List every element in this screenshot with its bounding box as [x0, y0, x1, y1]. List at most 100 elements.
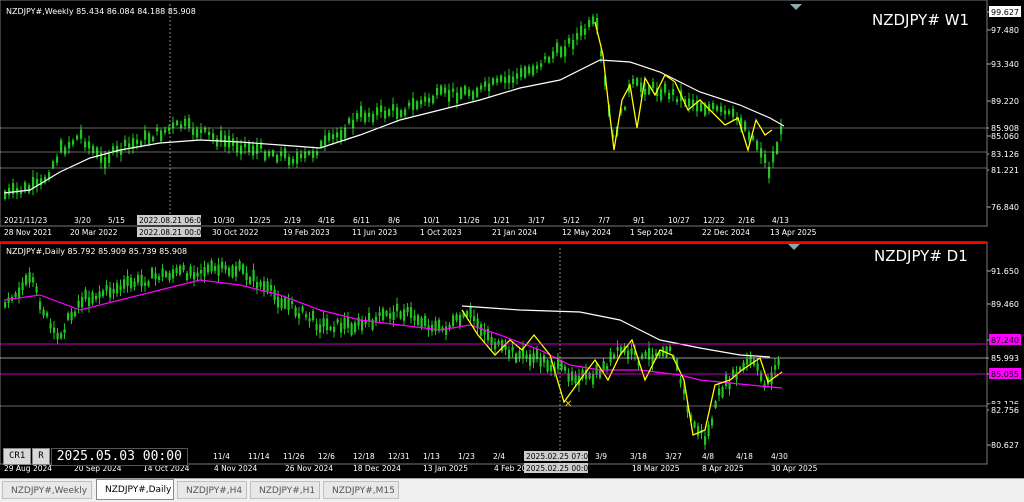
candle-body: [350, 323, 353, 336]
date-label: 12/22: [703, 216, 725, 225]
candle-body: [165, 271, 168, 278]
candle-body: [630, 348, 633, 355]
candle-body: [560, 361, 563, 370]
candle-body: [64, 147, 67, 155]
candle-body: [568, 38, 571, 44]
candle-body: [424, 315, 427, 326]
candle-body: [298, 313, 301, 319]
date-label: 11 Jun 2023: [352, 228, 397, 237]
date-label: 11/26: [283, 452, 305, 461]
candle-body: [196, 272, 199, 277]
chart-tab-bar: NZDJPY#,Weekly NZDJPY#,Daily NZDJPY#,H4 …: [0, 478, 1024, 502]
candle-body: [208, 131, 211, 136]
candle-body: [448, 89, 451, 102]
candle-body: [74, 311, 77, 317]
candle-body: [744, 121, 747, 131]
candle-body: [480, 85, 483, 90]
daily-chart-pane[interactable]: ✕ NZDJPY#,Daily 85.792 85.909 85.739 85.…: [0, 240, 1024, 478]
candle-body: [277, 296, 280, 308]
price-tick-label: 81.221: [991, 166, 1019, 175]
candle-body: [231, 265, 234, 278]
candle-body: [592, 16, 595, 25]
candle-body: [389, 313, 392, 319]
candle-body: [179, 265, 182, 275]
candle-body: [152, 136, 155, 142]
candle-body: [640, 82, 643, 92]
date-label: 12/6: [318, 452, 335, 461]
candle-body: [300, 153, 303, 159]
candle-body: [49, 323, 52, 329]
candle-body: [28, 272, 31, 283]
candle-body: [417, 315, 420, 325]
candle-body: [716, 106, 719, 111]
candle-body: [320, 140, 323, 148]
weekly-bottom-dates: 28 Nov 2021 20 Mar 2022 2022.08.21 00:00 30…: [4, 227, 817, 237]
candle-body: [204, 128, 207, 132]
candle-body: [210, 260, 213, 272]
date-label: 4/30: [771, 452, 788, 461]
candle-body: [602, 361, 605, 370]
candle-body: [147, 281, 150, 286]
candle-body: [404, 109, 407, 116]
date-label: 2025.02.25 00:00: [526, 464, 593, 473]
candle-body: [245, 272, 248, 281]
date-label: 12/31: [388, 452, 410, 461]
candle-body: [214, 266, 217, 271]
candle-body: [501, 340, 504, 352]
candle-body: [544, 56, 547, 60]
candle-body: [216, 138, 219, 147]
date-label: 4/18: [736, 452, 753, 461]
date-label: 11/26: [458, 216, 480, 225]
candle-body: [352, 119, 355, 129]
tab-h1[interactable]: NZDJPY#,H1: [250, 481, 320, 499]
candle-body: [319, 324, 322, 333]
candle-body: [347, 317, 350, 328]
candle-body: [452, 315, 455, 327]
candle-body: [756, 140, 759, 150]
candle-body: [264, 151, 267, 161]
candle-body: [284, 296, 287, 309]
candle-body: [212, 133, 215, 140]
candle-body: [385, 310, 388, 316]
date-label: 2021/11/23: [4, 216, 47, 225]
candle-body: [392, 311, 395, 320]
candle-body: [697, 426, 700, 436]
date-label: 12 May 2024: [562, 228, 611, 237]
candle-body: [172, 122, 175, 129]
date-label: 13 Jan 2025: [423, 464, 468, 473]
daily-header: NZDJPY#,Daily 85.792 85.909 85.739 85.90…: [6, 247, 187, 256]
daily-date-labels: 11/4 11/14 11/26 12/6 12/18 12/31 1/13 1/23 2/4 2…: [213, 451, 788, 461]
candle-body: [380, 105, 383, 112]
date-label: 4 Nov 2024: [214, 464, 257, 473]
mode-cr1[interactable]: CR1: [3, 448, 32, 465]
candle-body: [777, 359, 780, 366]
candle-body: [436, 87, 439, 96]
candle-body: [304, 151, 307, 159]
weekly-chart-svg: NZDJPY#,Weekly 85.434 86.084 84.188 85.9…: [0, 0, 1021, 237]
daily-title: NZDJPY# D1: [874, 247, 968, 265]
candle-body: [679, 379, 682, 384]
tab-daily[interactable]: NZDJPY#,Daily: [96, 479, 174, 500]
candle-body: [156, 128, 159, 132]
candle-body: [200, 129, 203, 133]
date-label: 7/7: [598, 216, 610, 225]
candle-body: [276, 154, 279, 163]
candle-body: [372, 113, 375, 123]
candle-body: [732, 108, 735, 118]
candle-body: [77, 300, 80, 308]
weekly-chart-pane[interactable]: NZDJPY#,Weekly 85.434 86.084 84.188 85.9…: [0, 0, 1024, 240]
tab-m15[interactable]: NZDJPY#,M15: [323, 481, 399, 499]
tab-weekly[interactable]: NZDJPY#,Weekly: [2, 481, 92, 499]
price-tick-label: 82.756: [991, 406, 1019, 415]
candle-body: [259, 281, 262, 287]
status-bar: CR1 R 2025.05.03 00:00: [3, 447, 188, 466]
candle-body: [287, 298, 290, 310]
candle-body: [688, 98, 691, 107]
candle-body: [294, 307, 297, 317]
candle-body: [158, 276, 161, 281]
tab-h4[interactable]: NZDJPY#,H4: [177, 481, 247, 499]
mode-r[interactable]: R: [32, 448, 50, 465]
candle-body: [700, 102, 703, 112]
candle-body: [236, 141, 239, 153]
candle-body: [326, 318, 329, 331]
